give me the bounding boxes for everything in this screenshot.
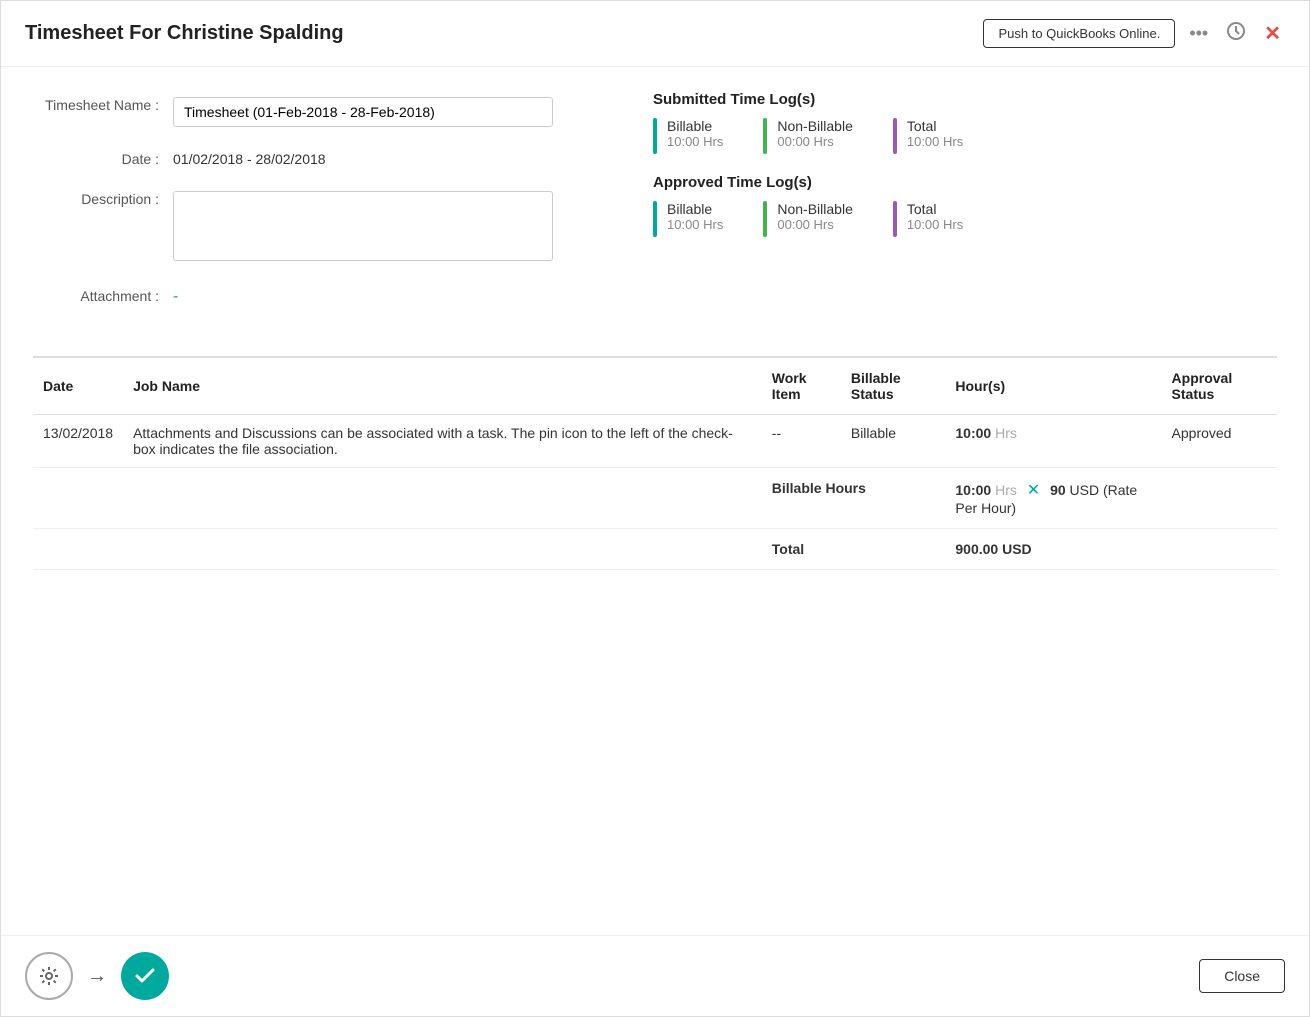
submitted-non-billable: Non-Billable 00:00 Hrs [763, 118, 852, 154]
approved-total: Total 10:00 Hrs [893, 201, 963, 237]
approved-total-text: Total 10:00 Hrs [907, 201, 963, 237]
row-job-name: Attachments and Discussions can be assoc… [123, 415, 762, 468]
workflow-settings-icon[interactable] [25, 952, 73, 1000]
approved-billable: Billable 10:00 Hrs [653, 201, 723, 237]
date-label: Date : [33, 145, 173, 167]
billable-text: Billable 10:00 Hrs [667, 118, 723, 154]
non-billable-text: Non-Billable 00:00 Hrs [777, 118, 852, 154]
attachment-value: - [173, 282, 593, 306]
billable-hours-label: Billable Hours [772, 480, 866, 496]
description-row: Description : [33, 185, 593, 264]
date-value: 01/02/2018 - 28/02/2018 [173, 145, 593, 167]
arrow-icon: → [87, 965, 107, 988]
description-label: Description : [33, 185, 173, 207]
approved-total-bar [893, 201, 897, 237]
approved-billable-bar [653, 201, 657, 237]
attachment-row: Attachment : - [33, 282, 593, 306]
col-date: Date [33, 358, 123, 415]
time-log-section: Submitted Time Log(s) Billable 10:00 Hrs [653, 91, 1277, 324]
approved-non-billable-bar [763, 201, 767, 237]
approved-non-billable: Non-Billable 00:00 Hrs [763, 201, 852, 237]
total-text: Total 10:00 Hrs [907, 118, 963, 154]
submitted-time-log: Submitted Time Log(s) Billable 10:00 Hrs [653, 91, 1277, 154]
description-value [173, 185, 593, 264]
billable-bar [653, 118, 657, 154]
submitted-billable: Billable 10:00 Hrs [653, 118, 723, 154]
table-header-row: Date Job Name Work Item Billable Status … [33, 358, 1277, 415]
col-work-item: Work Item [762, 358, 841, 415]
approved-time-log: Approved Time Log(s) Billable 10:00 Hrs [653, 174, 1277, 237]
close-icon: ✕ [1264, 21, 1281, 46]
form-section: Timesheet Name : Date : 01/02/2018 - 28/… [33, 91, 593, 324]
checkmark-icon [133, 964, 157, 988]
timesheet-name-label: Timesheet Name : [33, 91, 173, 113]
submitted-title: Submitted Time Log(s) [653, 91, 1277, 108]
billable-hours-row: Billable Hours 10:00 Hrs ✕ 90 USD (Rate … [33, 468, 1277, 529]
non-billable-bar [763, 118, 767, 154]
quickbooks-button[interactable]: Push to QuickBooks Online. [983, 19, 1175, 48]
submitted-row: Billable 10:00 Hrs Non-Billable 00:00 Hr… [653, 118, 1277, 154]
col-approval-status: Approval Status [1162, 358, 1277, 415]
total-bar [893, 118, 897, 154]
footer-workflow: → [25, 952, 169, 1000]
timesheet-name-input[interactable] [173, 97, 553, 127]
submitted-total: Total 10:00 Hrs [893, 118, 963, 154]
approved-row: Billable 10:00 Hrs Non-Billable 00:00 Hr… [653, 201, 1277, 237]
approved-billable-text: Billable 10:00 Hrs [667, 201, 723, 237]
col-job-name: Job Name [123, 358, 762, 415]
row-work-item: -- [762, 415, 841, 468]
row-approval-status: Approved [1162, 415, 1277, 468]
table-section: Date Job Name Work Item Billable Status … [33, 356, 1277, 570]
approved-non-billable-text: Non-Billable 00:00 Hrs [777, 201, 852, 237]
approved-title: Approved Time Log(s) [653, 174, 1277, 191]
description-input[interactable] [173, 191, 553, 261]
total-value: 900.00 USD [945, 529, 1161, 570]
header-actions: Push to QuickBooks Online. ••• ✕ [983, 17, 1285, 50]
row-hours: 10:00 Hrs [945, 415, 1161, 468]
modal-body: Timesheet Name : Date : 01/02/2018 - 28/… [1, 67, 1309, 935]
date-row: Date : 01/02/2018 - 28/02/2018 [33, 145, 593, 167]
timesheet-name-row: Timesheet Name : [33, 91, 593, 127]
modal-title: Timesheet For Christine Spalding [25, 22, 344, 45]
table-row: 13/02/2018 Attachments and Discussions c… [33, 415, 1277, 468]
history-button[interactable] [1222, 17, 1250, 50]
more-options-button[interactable]: ••• [1185, 19, 1212, 48]
modal-close-button[interactable]: ✕ [1260, 17, 1285, 50]
row-billable-status: Billable [841, 415, 946, 468]
total-row: Total 900.00 USD [33, 529, 1277, 570]
close-button[interactable]: Close [1199, 959, 1285, 993]
history-icon [1226, 21, 1246, 46]
timesheet-table: Date Job Name Work Item Billable Status … [33, 358, 1277, 570]
col-billable-status: Billable Status [841, 358, 946, 415]
billable-hours-summary: 10:00 Hrs ✕ 90 USD (Rate Per Hour) [945, 468, 1161, 529]
modal-header: Timesheet For Christine Spalding Push to… [1, 1, 1309, 67]
multiply-icon: ✕ [1027, 482, 1040, 499]
row-date: 13/02/2018 [33, 415, 123, 468]
total-label: Total [772, 541, 804, 557]
modal-footer: → Close [1, 935, 1309, 1016]
ellipsis-icon: ••• [1189, 23, 1208, 44]
approve-button[interactable] [121, 952, 169, 1000]
col-hours: Hour(s) [945, 358, 1161, 415]
timesheet-name-value [173, 91, 593, 127]
attachment-label: Attachment : [33, 282, 173, 304]
top-section: Timesheet Name : Date : 01/02/2018 - 28/… [33, 91, 1277, 324]
